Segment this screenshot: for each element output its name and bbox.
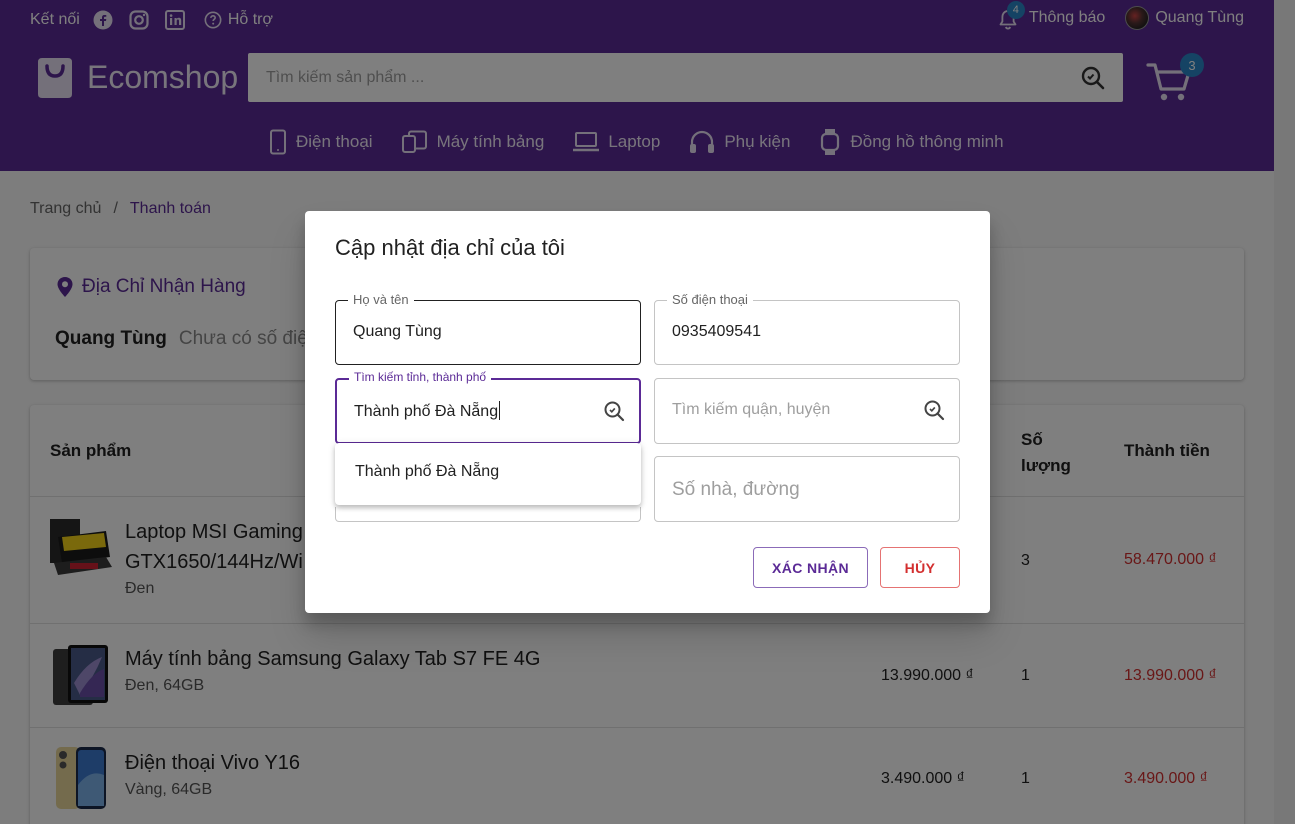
district-search-field[interactable]: Tìm kiếm quận, huyện: [654, 378, 960, 444]
search-icon[interactable]: [923, 399, 945, 426]
confirm-button[interactable]: XÁC NHẬN: [753, 547, 868, 588]
street-placeholder: Số nhà, đường: [672, 479, 800, 500]
search-icon[interactable]: [603, 400, 625, 427]
province-label: Tìm kiếm tỉnh, thành phố: [349, 370, 492, 384]
province-search-field[interactable]: Tìm kiếm tỉnh, thành phố Thành phố Đà Nẵ…: [335, 370, 641, 444]
fullname-label: Họ và tên: [348, 292, 414, 307]
ward-field-edge[interactable]: [335, 507, 641, 522]
fullname-field[interactable]: Họ và tên Quang Tùng: [335, 292, 641, 365]
province-value: Thành phố Đà Nẵng: [354, 401, 501, 420]
province-suggestions: Thành phố Đà Nẵng: [335, 443, 641, 505]
district-placeholder: Tìm kiếm quận, huyện: [672, 401, 831, 418]
street-field[interactable]: Số nhà, đường: [654, 456, 960, 522]
phone-value: 0935409541: [672, 323, 761, 340]
cancel-button[interactable]: HỦY: [880, 547, 960, 588]
update-address-dialog: Cập nhật địa chỉ của tôi Họ và tên Quang…: [305, 211, 990, 613]
suggestion-option[interactable]: Thành phố Đà Nẵng: [355, 463, 499, 481]
phone-field[interactable]: Số điện thoại 0935409541: [654, 292, 960, 365]
fullname-value: Quang Tùng: [353, 323, 442, 340]
dialog-title: Cập nhật địa chỉ của tôi: [335, 235, 565, 260]
phone-label: Số điện thoại: [667, 292, 753, 307]
